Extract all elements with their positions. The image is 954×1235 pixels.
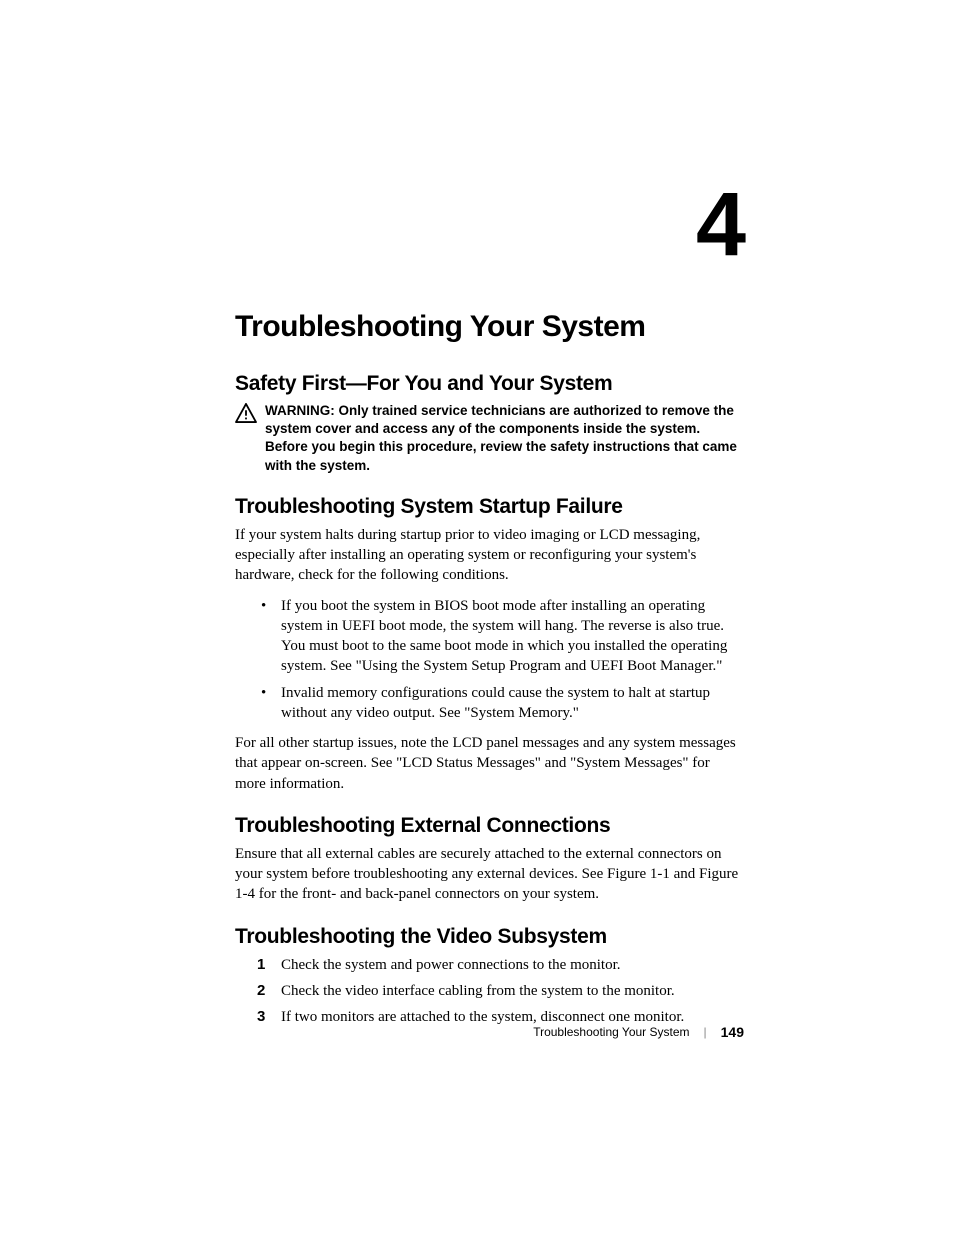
startup-bullets: If you boot the system in BIOS boot mode… bbox=[235, 596, 744, 724]
warning-label: WARNING: bbox=[265, 403, 339, 418]
list-item: Check the system and power connections t… bbox=[281, 955, 744, 975]
startup-outro: For all other startup issues, note the L… bbox=[235, 733, 744, 794]
chapter-number: 4 bbox=[235, 180, 744, 270]
warning-block: WARNING: Only trained service technician… bbox=[235, 402, 744, 475]
list-item: Invalid memory configurations could caus… bbox=[281, 683, 744, 724]
video-steps: Check the system and power connections t… bbox=[235, 955, 744, 1028]
heading-safety: Safety First—For You and Your System bbox=[235, 372, 744, 396]
startup-intro: If your system halts during startup prio… bbox=[235, 525, 744, 586]
heading-startup: Troubleshooting System Startup Failure bbox=[235, 495, 744, 519]
list-item: If you boot the system in BIOS boot mode… bbox=[281, 596, 744, 677]
warning-icon bbox=[235, 403, 257, 428]
warning-text: WARNING: Only trained service technician… bbox=[265, 402, 744, 475]
page-title: Troubleshooting Your System bbox=[235, 310, 744, 344]
list-item: Check the video interface cabling from t… bbox=[281, 981, 744, 1001]
heading-video: Troubleshooting the Video Subsystem bbox=[235, 925, 744, 949]
external-body: Ensure that all external cables are secu… bbox=[235, 844, 744, 905]
footer-page-number: 149 bbox=[721, 1024, 744, 1040]
footer-section: Troubleshooting Your System bbox=[533, 1025, 689, 1039]
heading-external: Troubleshooting External Connections bbox=[235, 814, 744, 838]
page-footer: Troubleshooting Your System | 149 bbox=[533, 1024, 744, 1040]
footer-divider: | bbox=[704, 1025, 707, 1039]
